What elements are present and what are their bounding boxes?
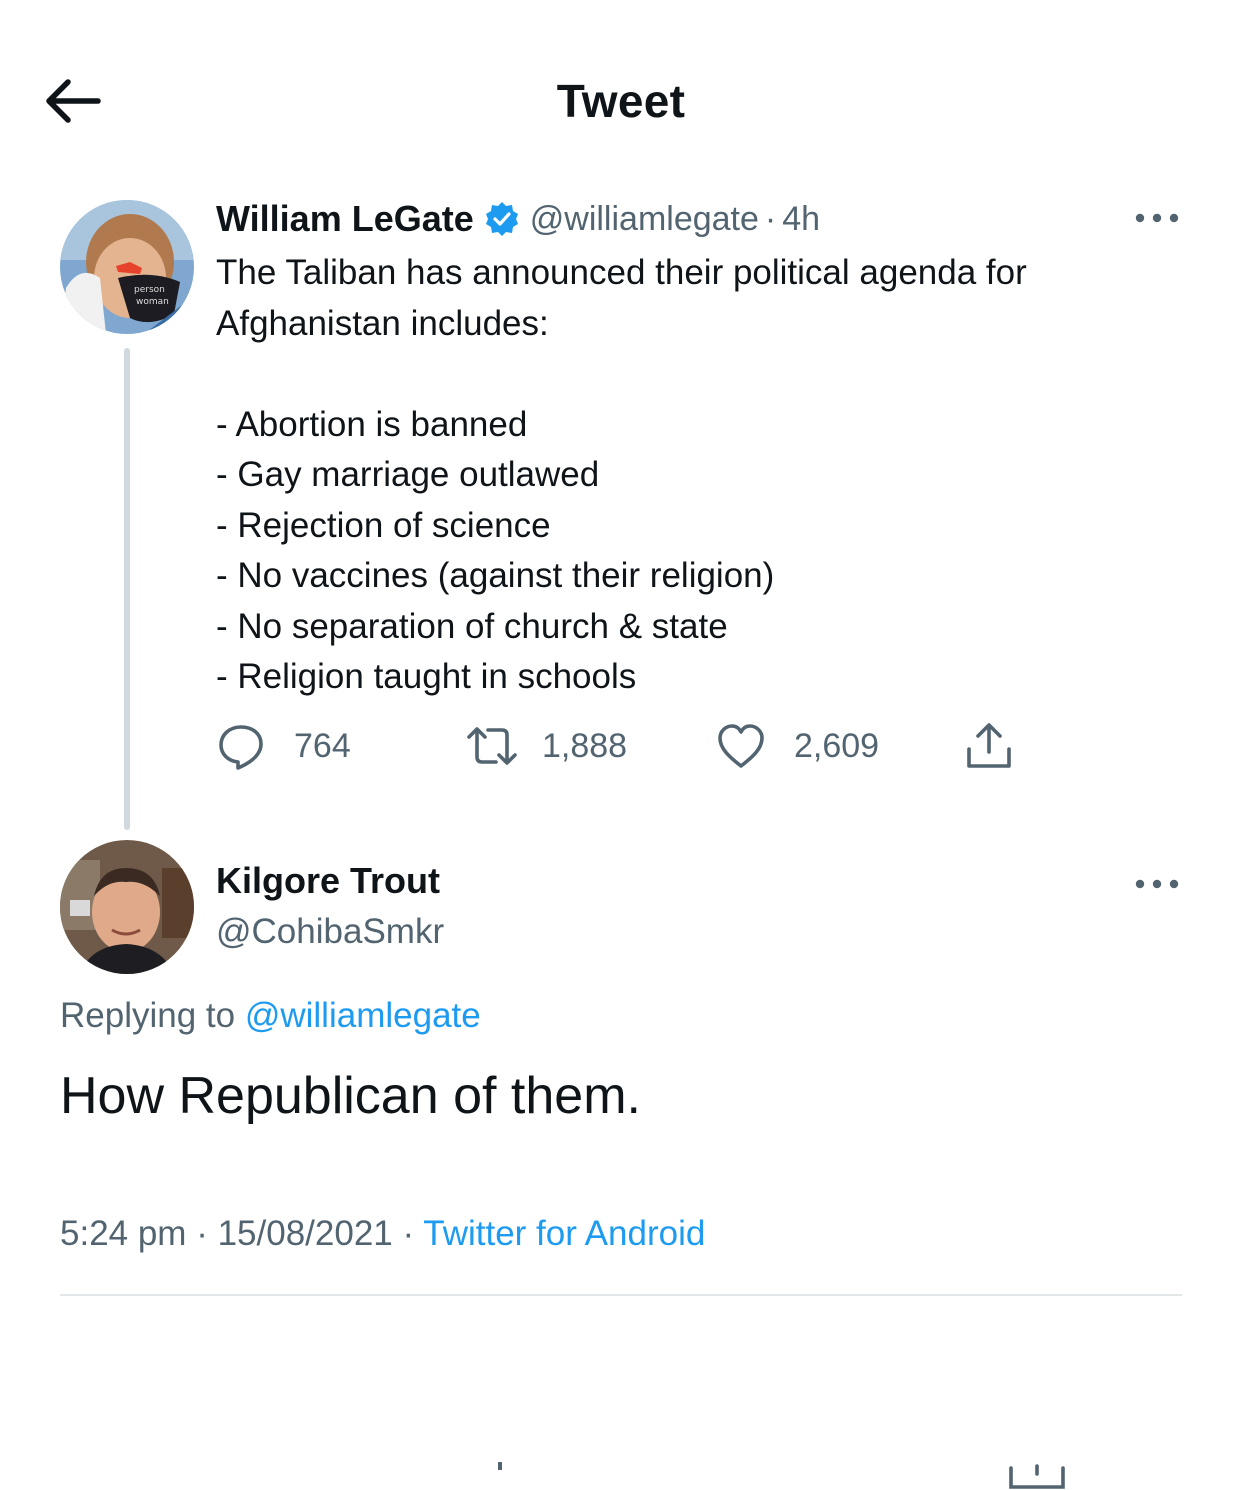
- tweet-text: The Taliban has announced their politica…: [216, 248, 1176, 703]
- retweet-icon: [467, 727, 517, 765]
- divider: [60, 1294, 1182, 1296]
- bottom-bar-fragment: [498, 1462, 502, 1470]
- tweet-meta: 5:24 pm · 15/08/2021 · Twitter for Andro…: [60, 1214, 705, 1254]
- separator-dot: ·: [196, 1214, 208, 1253]
- like-button[interactable]: 2,609: [716, 718, 879, 774]
- more-options-icon[interactable]: [1134, 208, 1180, 228]
- separator-dot: ·: [764, 199, 777, 238]
- tweet-text-line: - Gay marriage outlawed: [216, 455, 600, 494]
- avatar-william-legate[interactable]: person woman: [60, 200, 194, 334]
- retweet-button[interactable]: 1,888: [464, 718, 627, 774]
- avatar-kilgore-trout[interactable]: [60, 840, 194, 974]
- like-count: 2,609: [794, 726, 880, 765]
- page-title: Tweet: [556, 75, 686, 127]
- reply-date: 15/08/2021: [217, 1214, 393, 1253]
- svg-text:person: person: [134, 285, 165, 295]
- tweet-text-line: The Taliban has announced their politica…: [216, 253, 1027, 292]
- reply-button[interactable]: 764: [216, 718, 351, 774]
- tweet-header: William LeGate @williamlegate · 4h: [216, 196, 820, 242]
- top-bar: Tweet: [0, 0, 1242, 180]
- bottom-bar-icon: [1008, 1464, 1066, 1490]
- reply-count: 764: [294, 726, 351, 765]
- replying-to-mention[interactable]: @williamlegate: [245, 996, 481, 1035]
- share-icon: [967, 723, 1011, 768]
- thread-line: [124, 348, 130, 830]
- tweet-actions: 764 1,888 2,609: [216, 718, 1036, 774]
- reply-icon: [219, 725, 263, 770]
- tweet-text-line: - Religion taught in schools: [216, 657, 637, 696]
- tweet-text-line: - No vaccines (against their religion): [216, 556, 775, 595]
- separator-dot: ·: [402, 1214, 415, 1253]
- author-name[interactable]: William LeGate: [216, 198, 474, 240]
- reply-text: How Republican of them.: [60, 1067, 641, 1125]
- replying-to-label: Replying to: [60, 996, 245, 1035]
- reply-more-options-icon[interactable]: [1134, 874, 1180, 894]
- author-handle[interactable]: @williamlegate: [530, 200, 759, 239]
- svg-text:woman: woman: [136, 297, 169, 307]
- retweet-count: 1,888: [542, 726, 628, 765]
- tweet-text-line: - Rejection of science: [216, 505, 551, 545]
- tweet-time[interactable]: 4h: [782, 200, 820, 239]
- verified-badge-icon: [484, 201, 520, 237]
- source-link[interactable]: Twitter for Android: [423, 1214, 705, 1253]
- tweet-text-line: Afghanistan includes:: [216, 303, 549, 343]
- tweet-text-line: [216, 349, 1176, 400]
- replying-to: Replying to @williamlegate: [60, 996, 481, 1036]
- reply-author-name[interactable]: Kilgore Trout: [216, 860, 440, 902]
- heart-icon: [718, 724, 764, 768]
- tweet-text-line: - No separation of church & state: [216, 606, 728, 646]
- tweet-text-line: - Abortion is banned: [216, 404, 528, 444]
- reply-author-handle[interactable]: @CohibaSmkr: [216, 912, 444, 952]
- reply-time: 5:24 pm: [60, 1214, 187, 1253]
- share-button[interactable]: [964, 718, 1014, 774]
